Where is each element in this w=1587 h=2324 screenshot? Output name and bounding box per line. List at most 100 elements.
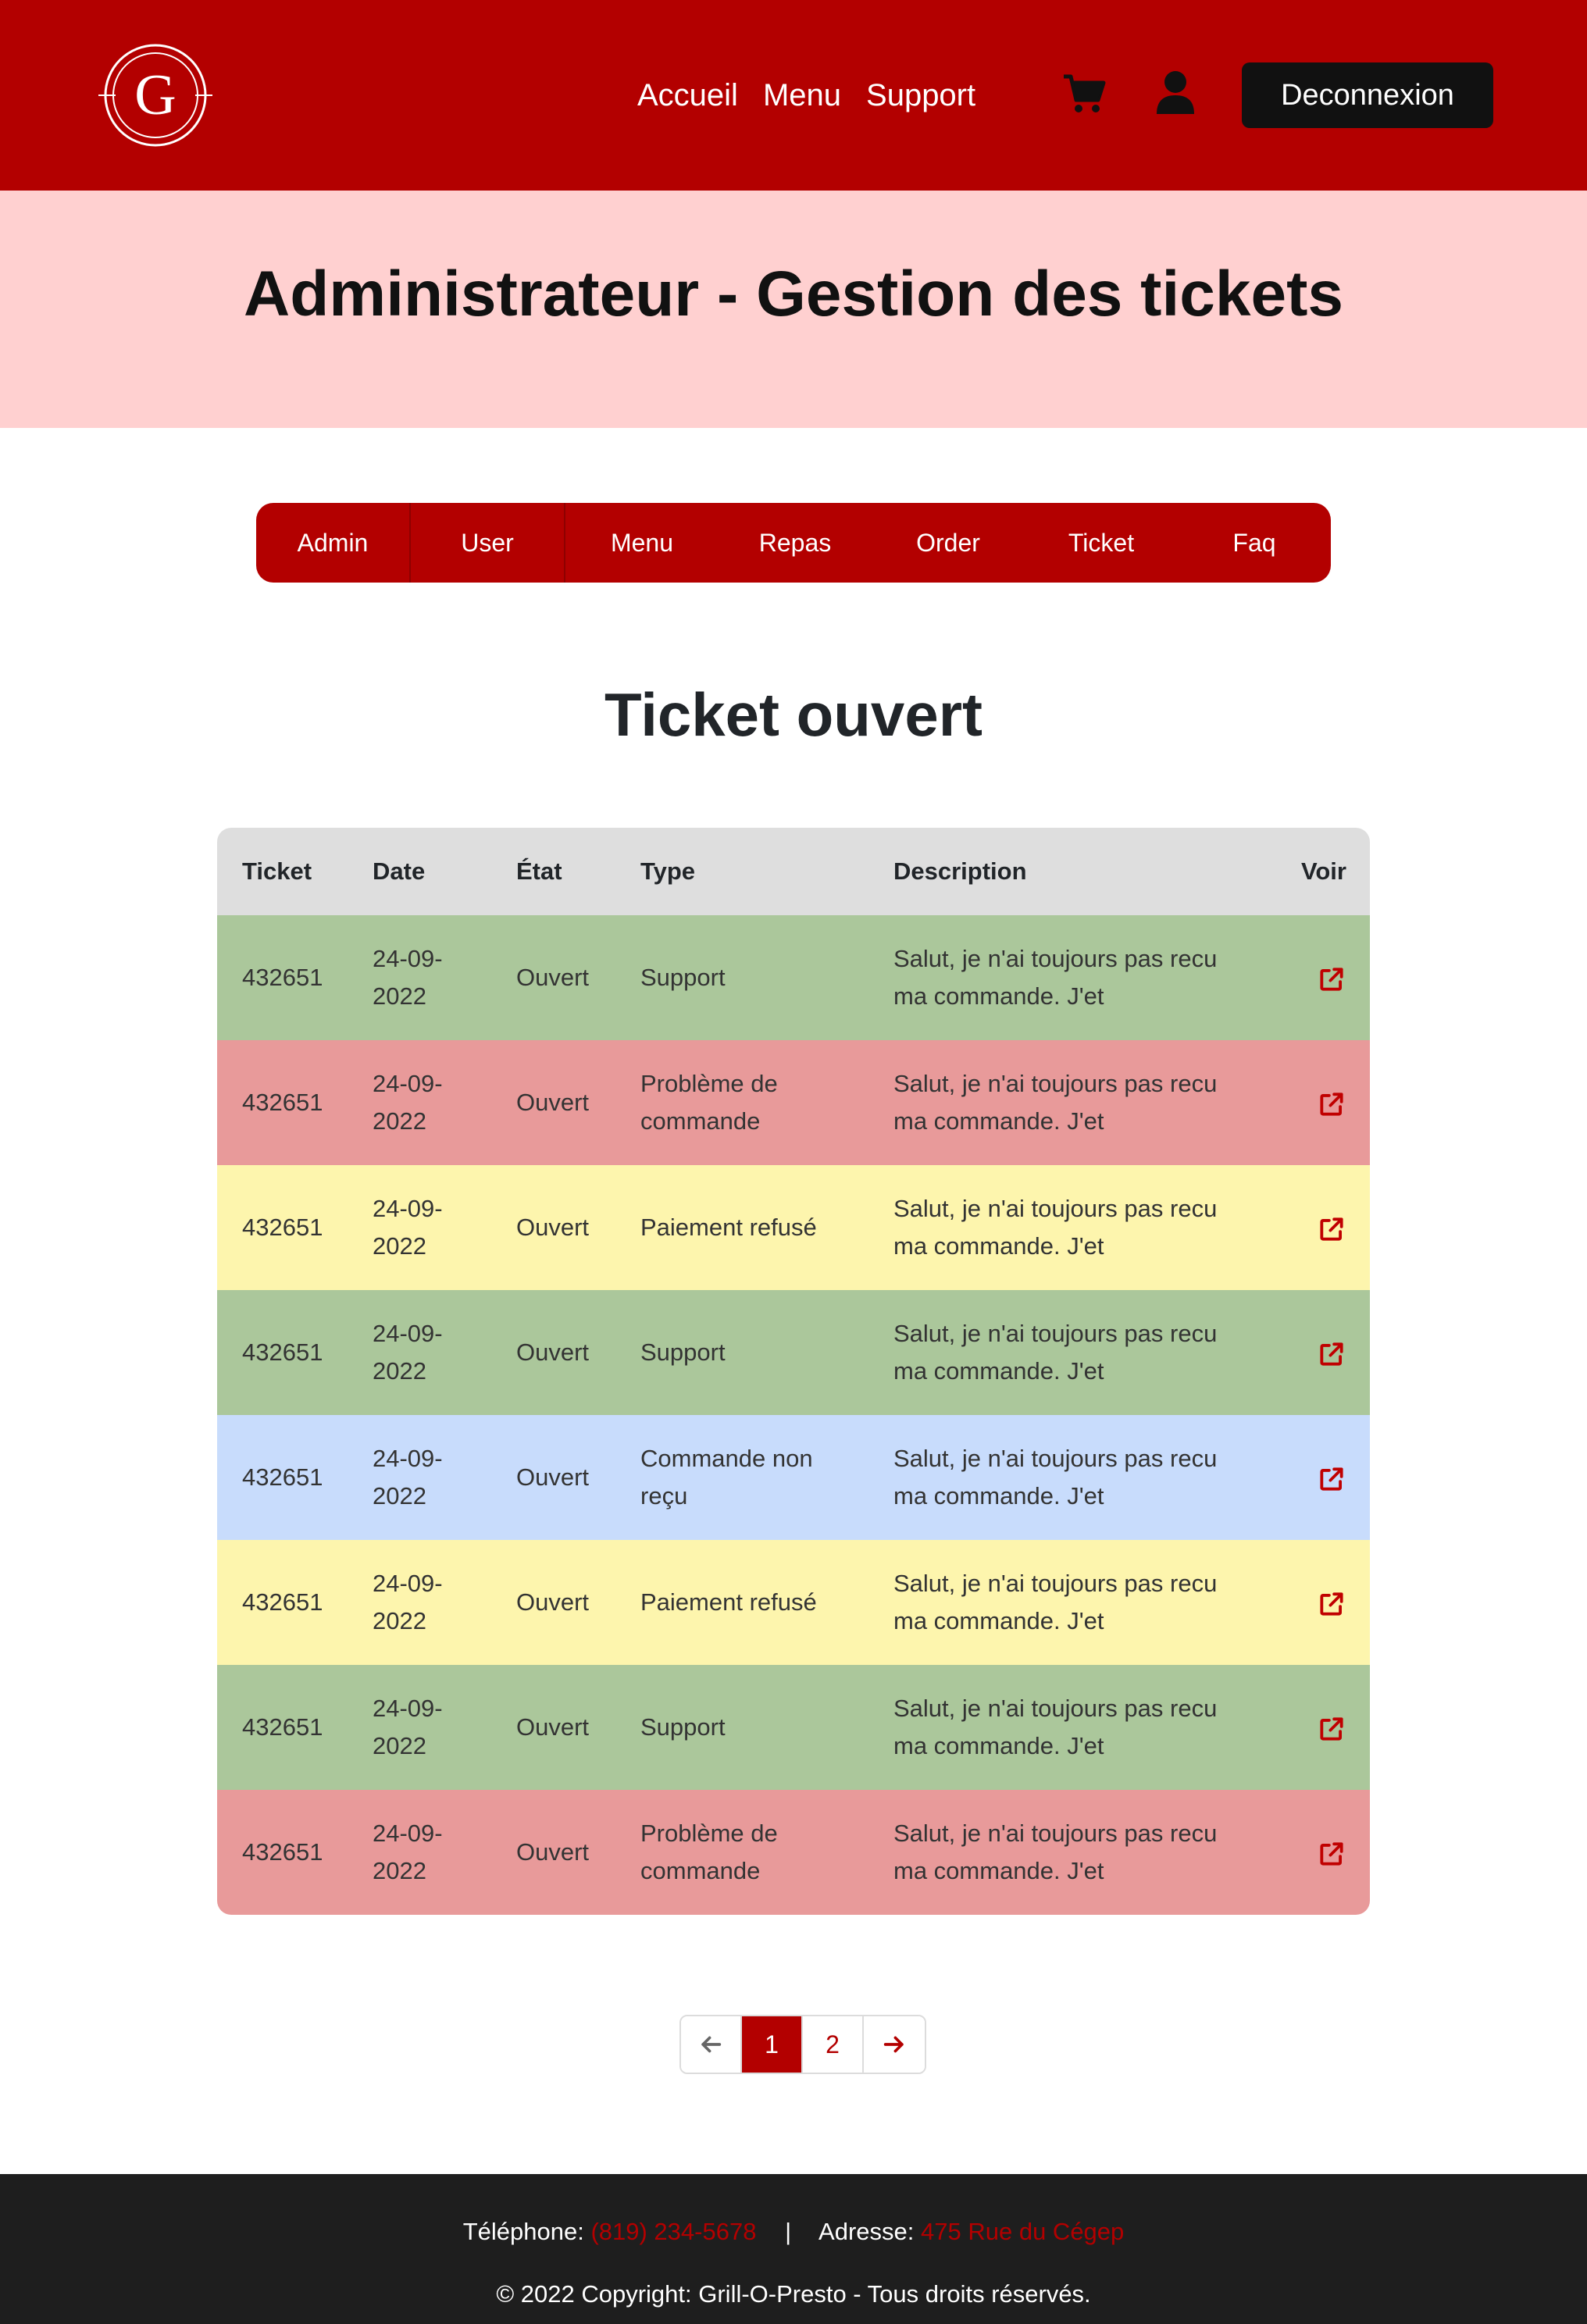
page-title: Administrateur - Gestion des tickets (243, 258, 1343, 330)
cell-state: Ouvert (516, 1588, 590, 1616)
cell-description-line1: Salut, je n'ai toujours pas recu (893, 1695, 1218, 1722)
cell-date: 24-09- 2022 (348, 1290, 491, 1415)
cell-ticket: 432651 (242, 964, 323, 991)
page-banner: Administrateur - Gestion des tickets (0, 191, 1587, 428)
external-link-icon[interactable] (1317, 1839, 1346, 1869)
admin-menu-order[interactable]: Order (872, 503, 1025, 583)
cell-date-day: 24-09- (373, 1695, 443, 1722)
cell-type: Problème de commande (640, 1070, 778, 1135)
cell-description: Salut, je n'ai toujours pas recu ma comma… (868, 1665, 1256, 1790)
column-header-state: État (516, 857, 562, 885)
cell-date-year: 2022 (373, 982, 426, 1010)
table-header-row: Ticket Date État Type Description Voir (217, 828, 1370, 915)
external-link-icon[interactable] (1317, 1339, 1346, 1369)
table-row: 432651 24-09- 2022 Ouvert Paiement refusé… (217, 1540, 1370, 1665)
admin-menu-faq[interactable]: Faq (1178, 503, 1331, 583)
cell-date-day: 24-09- (373, 1320, 443, 1347)
admin-menu-repas[interactable]: Repas (719, 503, 872, 583)
cell-description-line2: ma commande. J'et (893, 1482, 1104, 1510)
column-header-type: Type (640, 857, 696, 885)
footer-address-link[interactable]: 475 Rue du Cégep (921, 2218, 1124, 2245)
cell-date: 24-09- 2022 (348, 1165, 491, 1290)
cell-ticket: 432651 (242, 1338, 323, 1366)
cell-description: Salut, je n'ai toujours pas recu ma comma… (868, 915, 1256, 1040)
cell-date: 24-09- 2022 (348, 1040, 491, 1165)
cell-ticket: 432651 (242, 1463, 323, 1491)
logo[interactable]: G (98, 42, 212, 148)
external-link-icon[interactable] (1317, 1089, 1346, 1119)
pagination-page-1[interactable]: 1 (742, 2016, 803, 2073)
nav-menu[interactable]: Menu (763, 75, 841, 116)
cell-date: 24-09- 2022 (348, 1415, 491, 1540)
cell-date-day: 24-09- (373, 1195, 443, 1222)
cell-state: Ouvert (516, 1713, 590, 1741)
cell-description-line1: Salut, je n'ai toujours pas recu (893, 1320, 1218, 1347)
table-row: 432651 24-09- 2022 Ouvert Support Salut, … (217, 1290, 1370, 1415)
external-link-icon[interactable] (1317, 1714, 1346, 1744)
footer-contact: Téléphone: (819) 234-5678 | Adresse: 475… (0, 2218, 1587, 2246)
pagination: 1 2 (679, 2015, 926, 2074)
footer-phone-label: Téléphone: (462, 2218, 584, 2245)
external-link-icon[interactable] (1317, 1214, 1346, 1244)
admin-menu-ticket[interactable]: Ticket (1025, 503, 1178, 583)
cell-date: 24-09- 2022 (348, 915, 491, 1040)
pagination-page-2[interactable]: 2 (803, 2016, 864, 2073)
cell-ticket: 432651 (242, 1713, 323, 1741)
cell-description: Salut, je n'ai toujours pas recu ma comma… (868, 1290, 1256, 1415)
external-link-icon[interactable] (1317, 1464, 1346, 1494)
cell-type: Paiement refusé (640, 1214, 817, 1241)
cell-description: Salut, je n'ai toujours pas recu ma comma… (868, 1165, 1256, 1290)
table-row: 432651 24-09- 2022 Ouvert Commande non re… (217, 1415, 1370, 1540)
shopping-cart-icon[interactable] (1062, 72, 1106, 116)
cell-date: 24-09- 2022 (348, 1540, 491, 1665)
cell-type: Support (640, 1713, 726, 1741)
cell-voir (1256, 1665, 1370, 1790)
nav-support[interactable]: Support (866, 75, 975, 116)
admin-menu-admin[interactable]: Admin (256, 503, 411, 583)
cell-description-line1: Salut, je n'ai toujours pas recu (893, 1195, 1218, 1222)
nav-accueil[interactable]: Accueil (637, 75, 738, 116)
cell-type: Commande non reçu (640, 1445, 813, 1510)
cell-state: Ouvert (516, 1214, 590, 1241)
cell-description-line1: Salut, je n'ai toujours pas recu (893, 1820, 1218, 1847)
column-header-date: Date (373, 857, 426, 885)
pagination-prev-button[interactable] (681, 2016, 742, 2073)
cell-state: Ouvert (516, 1338, 590, 1366)
footer-phone-link[interactable]: (819) 234-5678 (590, 2218, 756, 2245)
cell-date-year: 2022 (373, 1607, 426, 1634)
cell-ticket: 432651 (242, 1838, 323, 1866)
cell-description: Salut, je n'ai toujours pas recu ma comma… (868, 1040, 1256, 1165)
user-icon[interactable] (1154, 70, 1196, 114)
section-title: Ticket ouvert (604, 680, 983, 749)
admin-menu-user[interactable]: User (411, 503, 565, 583)
cell-state: Ouvert (516, 1089, 590, 1116)
logout-button[interactable]: Deconnexion (1242, 62, 1493, 128)
cell-date-year: 2022 (373, 1732, 426, 1759)
cell-date-day: 24-09- (373, 1070, 443, 1097)
cell-date-year: 2022 (373, 1482, 426, 1510)
column-header-ticket: Ticket (242, 857, 312, 885)
tickets-table: Ticket Date État Type Description Voir 4… (217, 828, 1370, 1915)
external-link-icon[interactable] (1317, 1589, 1346, 1619)
cell-description-line2: ma commande. J'et (893, 1732, 1104, 1759)
footer-copyright: © 2022 Copyright: Grill-O-Presto - Tous … (496, 2280, 1091, 2308)
cell-date-year: 2022 (373, 1857, 426, 1884)
admin-menu-menu[interactable]: Menu (565, 503, 719, 583)
cell-date-year: 2022 (373, 1107, 426, 1135)
column-header-voir: Voir (1301, 857, 1346, 885)
admin-menu: Admin User Menu Repas Order Ticket Faq (256, 503, 1331, 583)
site-header: G Accueil Menu Support Deconnexion (0, 0, 1587, 191)
main-nav: Accueil Menu Support (637, 75, 975, 116)
cell-description-line1: Salut, je n'ai toujours pas recu (893, 1070, 1218, 1097)
cell-description-line1: Salut, je n'ai toujours pas recu (893, 1445, 1218, 1472)
cell-date-day: 24-09- (373, 1570, 443, 1597)
cell-voir (1256, 1790, 1370, 1915)
cell-ticket: 432651 (242, 1089, 323, 1116)
cell-voir (1256, 1415, 1370, 1540)
pagination-next-button[interactable] (864, 2016, 925, 2073)
cell-description-line1: Salut, je n'ai toujours pas recu (893, 1570, 1218, 1597)
cell-date-year: 2022 (373, 1232, 426, 1260)
cell-state: Ouvert (516, 964, 590, 991)
cell-description-line2: ma commande. J'et (893, 1857, 1104, 1884)
external-link-icon[interactable] (1317, 964, 1346, 994)
